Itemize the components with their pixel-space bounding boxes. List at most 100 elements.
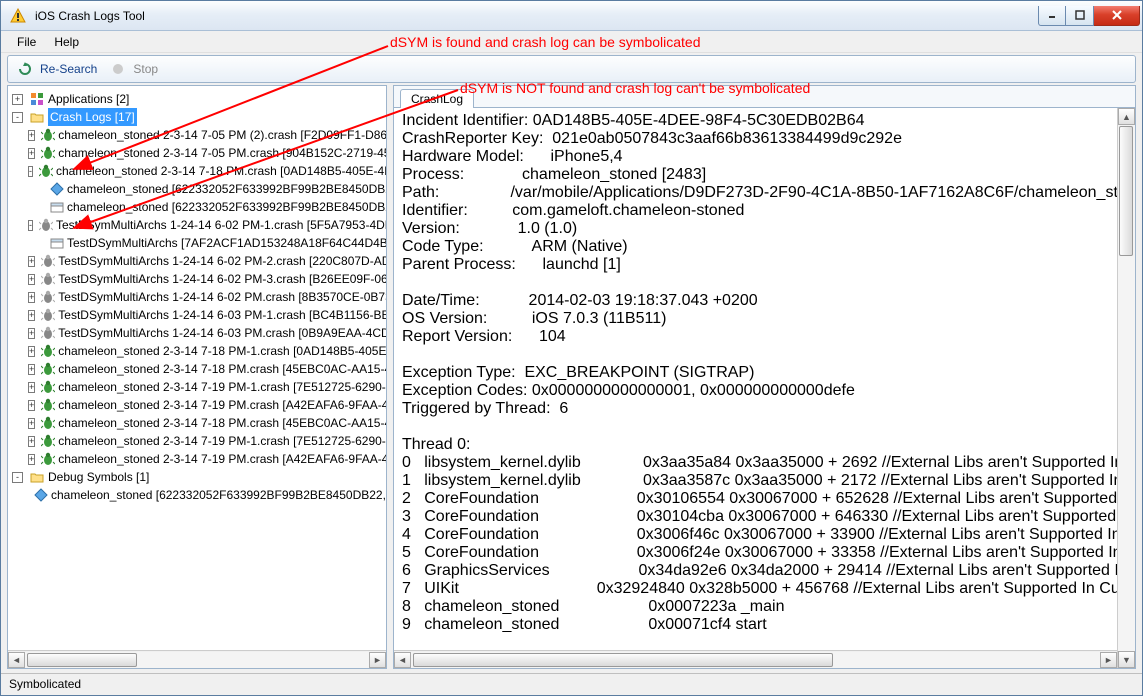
bug-icon [41, 433, 55, 449]
tree-pane: +Applications [2]-Crash Logs [17]+chamel… [7, 85, 387, 669]
tree-item[interactable]: chameleon_stoned [622332052F633992BF99B2… [8, 486, 386, 504]
tree-item[interactable]: + chameleon_stoned 2-3-14 7-19 PM-1.crash… [8, 378, 386, 396]
stop-icon [110, 61, 126, 77]
tree-item-label: TestDSymMultiArchs 1-24-14 6-02 PM.crash… [58, 288, 386, 306]
expander-icon[interactable]: + [28, 436, 35, 447]
scroll-left-icon[interactable]: ◄ [8, 652, 25, 668]
expander-icon[interactable]: + [28, 382, 35, 393]
tree-item[interactable]: + TestDSymMultiArchs 1-24-14 6-02 PM-2.cr… [8, 252, 386, 270]
tree-item-label: chameleon_stoned 2-3-14 7-19 PM-1.crash … [58, 378, 386, 396]
statusbar: Symbolicated [1, 673, 1142, 695]
log-vscrollbar[interactable]: ▲ ▼ [1117, 108, 1135, 668]
tree-item-label: TestDSymMultiArchs 1-24-14 6-02 PM-2.cra… [58, 252, 386, 270]
scroll-thumb[interactable] [1119, 126, 1133, 256]
expander-icon[interactable]: + [28, 310, 35, 321]
tabstrip: CrashLog [394, 86, 1135, 108]
expander-icon[interactable]: + [28, 418, 35, 429]
expander-icon[interactable]: + [28, 454, 35, 465]
tree-root-applications[interactable]: +Applications [2] [8, 90, 386, 108]
expander-icon[interactable]: + [28, 292, 35, 303]
tree-item[interactable]: + chameleon_stoned 2-3-14 7-05 PM (2).cra… [8, 126, 386, 144]
expander-icon[interactable]: + [28, 148, 35, 159]
stop-button[interactable]: Stop [107, 61, 158, 77]
tree-item[interactable]: + TestDSymMultiArchs 1-24-14 6-02 PM-3.cr… [8, 270, 386, 288]
tree-item[interactable]: + TestDSymMultiArchs 1-24-14 6-03 PM-1.cr… [8, 306, 386, 324]
archive-icon [50, 199, 64, 215]
scroll-right-icon[interactable]: ► [369, 652, 386, 668]
main-split: +Applications [2]-Crash Logs [17]+chamel… [7, 85, 1136, 669]
expander-icon[interactable]: - [12, 472, 23, 483]
dsym-icon [50, 181, 64, 197]
scroll-thumb[interactable] [413, 653, 833, 667]
close-button[interactable] [1094, 6, 1140, 26]
titlebar[interactable]: iOS Crash Logs Tool [1, 1, 1142, 31]
bug-icon [41, 379, 55, 395]
tree-item-label: chameleon_stoned 2-3-14 7-19 PM.crash [A… [58, 450, 386, 468]
tree-item[interactable]: +chameleon_stoned 2-3-14 7-19 PM.crash [… [8, 396, 386, 414]
scroll-left-icon[interactable]: ◄ [394, 652, 411, 668]
scroll-thumb[interactable] [27, 653, 137, 667]
crashlog-content: Incident Identifier: 0AD148B5-405E-4DEE-… [402, 112, 1109, 650]
scroll-up-icon[interactable]: ▲ [1118, 108, 1135, 125]
tree-item[interactable]: + chameleon_stoned 2-3-14 7-18 PM.crash [… [8, 360, 386, 378]
expander-icon[interactable]: + [28, 328, 35, 339]
tree-item[interactable]: +chameleon_stoned 2-3-14 7-19 PM-1.crash… [8, 432, 386, 450]
tree-item[interactable]: chameleon_stoned [622332052F633992BF99B2… [8, 198, 386, 216]
expander-icon[interactable]: + [28, 364, 35, 375]
log-pane: CrashLog Incident Identifier: 0AD148B5-4… [393, 85, 1136, 669]
tree-item-label: chameleon_stoned [622332052F633992BF99B2… [51, 486, 386, 504]
expander-icon[interactable]: + [28, 256, 35, 267]
tree-item[interactable]: TestDSymMultiArchs [7AF2ACF1AD153248A18F… [8, 234, 386, 252]
expander-icon[interactable]: + [28, 274, 35, 285]
tree-item[interactable]: -TestDSymMultiArchs 1-24-14 6-02 PM-1.cr… [8, 216, 386, 234]
minimize-button[interactable] [1038, 6, 1066, 26]
tree-view[interactable]: +Applications [2]-Crash Logs [17]+chamel… [8, 86, 386, 650]
scroll-right-icon[interactable]: ► [1100, 652, 1117, 668]
scroll-down-icon[interactable]: ▼ [1118, 651, 1135, 668]
tree-root-crashlogs[interactable]: - Crash Logs [17] [8, 108, 386, 126]
tree-item-label: TestDSymMultiArchs 1-24-14 6-02 PM-3.cra… [58, 270, 386, 288]
tree-item-label: chameleon_stoned [622332052F633992BF99B2… [67, 180, 386, 198]
expander-icon[interactable]: + [28, 346, 35, 357]
bug-icon [41, 253, 55, 269]
app-icon [10, 8, 26, 24]
bug-icon [41, 271, 55, 287]
tree-hscrollbar[interactable]: ◄ ► [8, 650, 386, 668]
tree-root-debugsymbols[interactable]: - Debug Symbols [1] [8, 468, 386, 486]
tree-item-label: Debug Symbols [1] [48, 468, 149, 486]
tree-item[interactable]: +chameleon_stoned 2-3-14 7-05 PM.crash [… [8, 144, 386, 162]
menu-help[interactable]: Help [46, 33, 87, 51]
expander-icon[interactable]: + [28, 400, 35, 411]
tree-item[interactable]: + TestDSymMultiArchs 1-24-14 6-02 PM.cras… [8, 288, 386, 306]
bug-icon [39, 163, 53, 179]
maximize-button[interactable] [1066, 6, 1094, 26]
refresh-icon [17, 61, 33, 77]
crashlog-text[interactable]: Incident Identifier: 0AD148B5-405E-4DEE-… [394, 108, 1117, 650]
tree-item-label: TestDSymMultiArchs 1-24-14 6-03 PM.crash… [58, 324, 386, 342]
expander-icon[interactable]: - [28, 220, 33, 231]
tree-item-label: chameleon_stoned 2-3-14 7-05 PM (2).cras… [58, 126, 386, 144]
expander-icon[interactable]: - [28, 166, 33, 177]
tree-item[interactable]: +chameleon_stoned 2-3-14 7-18 PM-1.crash… [8, 342, 386, 360]
expander-icon[interactable]: + [12, 94, 23, 105]
tree-item[interactable]: + chameleon_stoned 2-3-14 7-19 PM.crash [… [8, 450, 386, 468]
expander-icon[interactable]: + [28, 130, 35, 141]
tree-item-label: TestDSymMultiArchs 1-24-14 6-03 PM-1.cra… [58, 306, 386, 324]
tree-item[interactable]: + TestDSymMultiArchs 1-24-14 6-03 PM.cras… [8, 324, 386, 342]
archive-icon [50, 235, 64, 251]
bug-icon [39, 217, 53, 233]
bug-icon [41, 415, 55, 431]
tab-crashlog[interactable]: CrashLog [400, 89, 474, 108]
research-label: Re-Search [40, 62, 97, 76]
tree-item-label: chameleon_stoned 2-3-14 7-18 PM.crash [4… [58, 360, 386, 378]
window: iOS Crash Logs Tool File Help Re-Search … [0, 0, 1143, 696]
tree-item-label: Crash Logs [17] [48, 108, 137, 126]
menu-file[interactable]: File [9, 33, 44, 51]
bug-icon [41, 325, 55, 341]
log-hscrollbar[interactable]: ◄ ► [394, 650, 1117, 668]
expander-icon[interactable]: - [12, 112, 23, 123]
tree-item[interactable]: +chameleon_stoned 2-3-14 7-18 PM.crash [… [8, 414, 386, 432]
research-button[interactable]: Re-Search [14, 61, 97, 77]
tree-item[interactable]: chameleon_stoned [622332052F633992BF99B2… [8, 180, 386, 198]
tree-item[interactable]: -chameleon_stoned 2-3-14 7-18 PM.crash [… [8, 162, 386, 180]
